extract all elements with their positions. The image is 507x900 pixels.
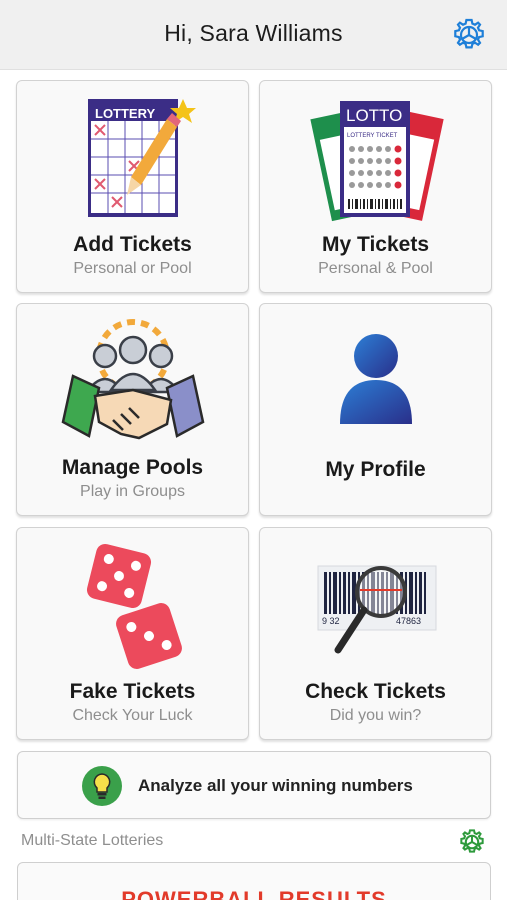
barcode-magnifier-icon: 9 32 47863 xyxy=(317,565,437,654)
powerball-results-card[interactable]: POWERBALL RESULTS xyxy=(17,862,491,900)
manage-pools-tile[interactable]: Manage Pools Play in Groups xyxy=(16,303,249,516)
tile-title: My Tickets xyxy=(322,233,429,256)
tile-title: Manage Pools xyxy=(61,456,204,479)
section-title: Multi-State Lotteries xyxy=(21,832,164,849)
lottery-ticket-pencil-icon: LOTTERY xyxy=(88,99,196,217)
tile-subtitle: Check Your Luck xyxy=(72,707,193,724)
tile-subtitle: Did you win? xyxy=(329,707,422,724)
powerball-results-title: POWERBALL RESULTS xyxy=(121,887,387,900)
add-tickets-tile[interactable]: LOTTERY Add Tickets Personal or Pool xyxy=(16,80,249,293)
tile-title: Check Tickets xyxy=(305,680,446,703)
tile-subtitle: Personal & Pool xyxy=(318,260,433,277)
barcode-digits-left: 9 32 xyxy=(322,616,340,626)
barcode-digits-right: 47863 xyxy=(396,616,421,626)
fake-tickets-tile[interactable]: Fake Tickets Check Your Luck xyxy=(16,527,249,740)
my-tickets-tile[interactable]: LOTTO LOTTERY TICKET My Tickets Personal… xyxy=(259,80,492,293)
tile-title: Fake Tickets xyxy=(69,680,196,703)
lightbulb-icon xyxy=(82,766,122,806)
analyze-winning-numbers-button[interactable]: Analyze all your winning numbers xyxy=(17,751,491,819)
check-tickets-tile[interactable]: 9 32 47863 Check Tickets Did you win? xyxy=(259,527,492,740)
user-profile-icon xyxy=(340,334,412,424)
dice-icon xyxy=(86,543,182,669)
greeting-title: Hi, Sara Williams xyxy=(164,20,343,46)
tile-subtitle: Personal or Pool xyxy=(73,260,192,277)
tile-title: Add Tickets xyxy=(73,233,192,256)
my-profile-tile[interactable]: My Profile xyxy=(259,303,492,516)
handshake-group-icon xyxy=(61,319,205,440)
gear-icon[interactable] xyxy=(451,17,487,53)
tile-title: My Profile xyxy=(325,458,426,481)
ticket-subheader-text: LOTTERY TICKET xyxy=(347,133,398,139)
tile-subtitle: Play in Groups xyxy=(80,483,185,500)
gear-icon[interactable] xyxy=(458,828,486,856)
analyze-label: Analyze all your winning numbers xyxy=(138,776,413,795)
ticket-header-text: LOTTERY xyxy=(95,106,156,121)
top-bar: Hi, Sara Williams xyxy=(0,0,507,70)
ticket-header-text: LOTTO xyxy=(346,106,402,125)
lotto-tickets-icon: LOTTO LOTTERY TICKET xyxy=(310,101,444,222)
